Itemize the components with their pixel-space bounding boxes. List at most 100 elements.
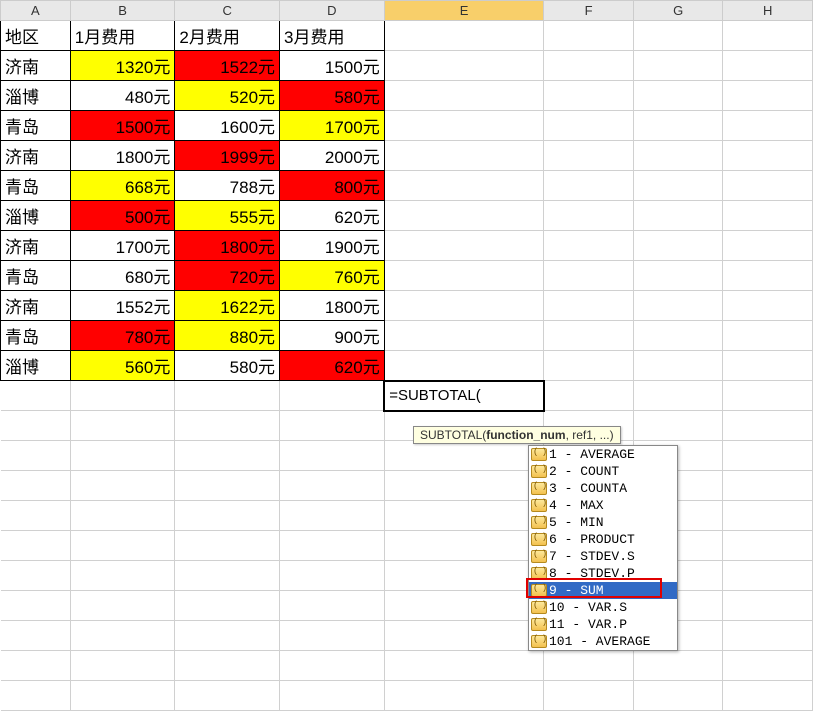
cell-empty[interactable]	[384, 441, 544, 471]
cell-empty[interactable]	[70, 531, 175, 561]
cell-empty[interactable]	[544, 651, 634, 681]
cell-empty[interactable]	[384, 111, 544, 141]
cell-empty[interactable]	[723, 201, 813, 231]
cell-empty[interactable]	[723, 291, 813, 321]
cell-empty[interactable]	[723, 411, 813, 441]
cell-value[interactable]: 580元	[175, 351, 280, 381]
cell-empty[interactable]	[723, 471, 813, 501]
cell-empty[interactable]	[723, 231, 813, 261]
cell-empty[interactable]	[175, 681, 280, 711]
autocomplete-item[interactable]: 8 - STDEV.P	[529, 565, 677, 582]
autocomplete-item[interactable]: 3 - COUNTA	[529, 480, 677, 497]
col-header-E[interactable]: E	[384, 1, 544, 21]
cell-empty[interactable]	[544, 381, 634, 411]
cell-value[interactable]: 1700元	[280, 111, 385, 141]
cell-empty[interactable]	[384, 261, 544, 291]
cell-region[interactable]: 济南	[1, 141, 71, 171]
cell-empty[interactable]	[70, 381, 175, 411]
cell-empty[interactable]	[384, 621, 544, 651]
cell-value[interactable]: 620元	[280, 351, 385, 381]
cell-value[interactable]: 900元	[280, 321, 385, 351]
cell-empty[interactable]	[70, 471, 175, 501]
cell-empty[interactable]	[384, 591, 544, 621]
cell-empty[interactable]	[175, 471, 280, 501]
cell-value[interactable]: 668元	[70, 171, 175, 201]
cell-empty[interactable]	[723, 81, 813, 111]
cell-empty[interactable]	[384, 681, 544, 711]
cell-region[interactable]: 青岛	[1, 111, 71, 141]
cell-empty[interactable]	[723, 21, 813, 51]
cell-empty[interactable]	[633, 21, 723, 51]
cell-empty[interactable]	[1, 501, 71, 531]
cell-empty[interactable]	[384, 471, 544, 501]
cell-empty[interactable]	[723, 51, 813, 81]
cell-empty[interactable]	[280, 591, 385, 621]
cell-empty[interactable]	[280, 531, 385, 561]
cell-empty[interactable]	[723, 321, 813, 351]
autocomplete-item[interactable]: 2 - COUNT	[529, 463, 677, 480]
cell-empty[interactable]	[723, 141, 813, 171]
cell-empty[interactable]	[70, 561, 175, 591]
autocomplete-list[interactable]: 1 - AVERAGE2 - COUNT3 - COUNTA4 - MAX5 -…	[529, 446, 677, 650]
cell-empty[interactable]	[280, 621, 385, 651]
cell-empty[interactable]	[544, 171, 634, 201]
cell-region[interactable]: 济南	[1, 51, 71, 81]
cell-empty[interactable]	[723, 681, 813, 711]
cell-value[interactable]: 880元	[175, 321, 280, 351]
cell-empty[interactable]	[384, 531, 544, 561]
cell-empty[interactable]	[633, 81, 723, 111]
cell-empty[interactable]	[175, 651, 280, 681]
cell-header-region[interactable]: 地区	[1, 21, 71, 51]
formula-input-cell[interactable]: =SUBTOTAL(	[384, 381, 544, 411]
cell-empty[interactable]	[175, 591, 280, 621]
cell-empty[interactable]	[633, 321, 723, 351]
autocomplete-item[interactable]: 11 - VAR.P	[529, 616, 677, 633]
cell-empty[interactable]	[723, 501, 813, 531]
cell-empty[interactable]	[70, 681, 175, 711]
cell-empty[interactable]	[280, 651, 385, 681]
cell-empty[interactable]	[175, 381, 280, 411]
cell-empty[interactable]	[723, 561, 813, 591]
cell-empty[interactable]	[384, 81, 544, 111]
cell-region[interactable]: 青岛	[1, 261, 71, 291]
cell-empty[interactable]	[544, 51, 634, 81]
cell-region[interactable]: 淄博	[1, 201, 71, 231]
cell-empty[interactable]	[175, 501, 280, 531]
cell-empty[interactable]	[633, 261, 723, 291]
cell-empty[interactable]	[633, 291, 723, 321]
cell-empty[interactable]	[633, 171, 723, 201]
cell-empty[interactable]	[384, 51, 544, 81]
autocomplete-dropdown[interactable]: 1 - AVERAGE2 - COUNT3 - COUNTA4 - MAX5 -…	[528, 445, 678, 651]
spreadsheet-grid[interactable]: A B C D E F G H 地区 1月费用 2月费用 3月费用 济南1320…	[0, 0, 813, 711]
autocomplete-item[interactable]: 10 - VAR.S	[529, 599, 677, 616]
cell-empty[interactable]	[723, 591, 813, 621]
cell-empty[interactable]	[384, 651, 544, 681]
cell-empty[interactable]	[723, 261, 813, 291]
cell-value[interactable]: 1800元	[280, 291, 385, 321]
cell-empty[interactable]	[175, 531, 280, 561]
cell-value[interactable]: 800元	[280, 171, 385, 201]
cell-empty[interactable]	[1, 591, 71, 621]
cell-empty[interactable]	[70, 621, 175, 651]
cell-value[interactable]: 1600元	[175, 111, 280, 141]
cell-value[interactable]: 1800元	[70, 141, 175, 171]
cell-value[interactable]: 520元	[175, 81, 280, 111]
cell-value[interactable]: 560元	[70, 351, 175, 381]
cell-empty[interactable]	[280, 381, 385, 411]
cell-empty[interactable]	[1, 621, 71, 651]
cell-empty[interactable]	[633, 411, 723, 441]
cell-value[interactable]: 1999元	[175, 141, 280, 171]
cell-value[interactable]: 1700元	[70, 231, 175, 261]
cell-empty[interactable]	[70, 411, 175, 441]
cell-empty[interactable]	[175, 561, 280, 591]
cell-empty[interactable]	[280, 441, 385, 471]
cell-empty[interactable]	[70, 651, 175, 681]
cell-empty[interactable]	[1, 561, 71, 591]
col-header-C[interactable]: C	[175, 1, 280, 21]
cell-empty[interactable]	[544, 681, 634, 711]
cell-empty[interactable]	[70, 591, 175, 621]
cell-empty[interactable]	[723, 171, 813, 201]
cell-empty[interactable]	[633, 351, 723, 381]
cell-empty[interactable]	[723, 351, 813, 381]
cell-value[interactable]: 760元	[280, 261, 385, 291]
